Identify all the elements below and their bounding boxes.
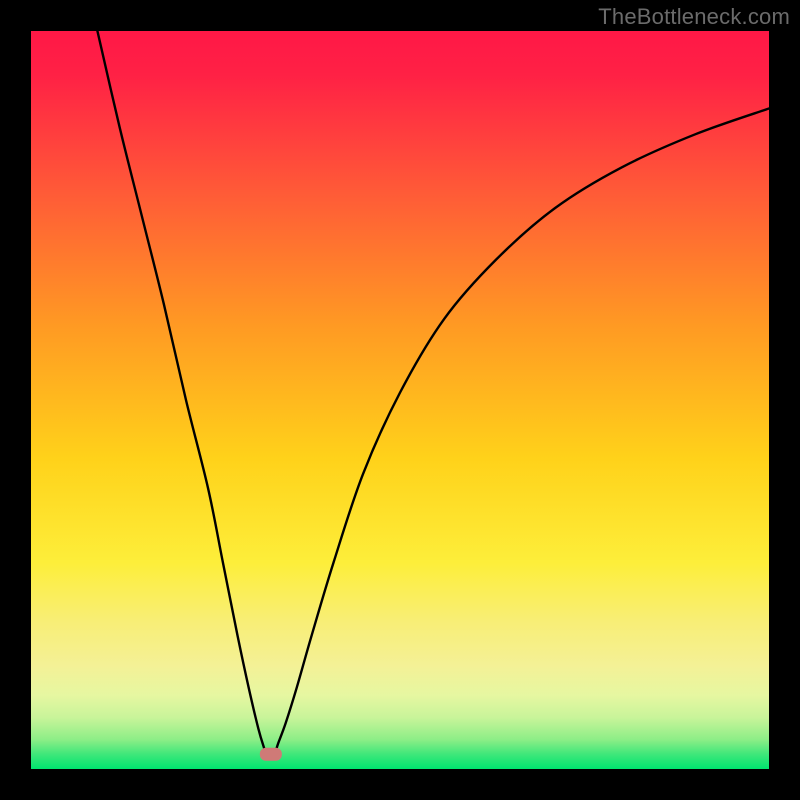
watermark-text: TheBottleneck.com: [598, 4, 790, 30]
chart-svg: [31, 31, 769, 769]
curve-minimum-marker: [260, 748, 282, 761]
chart-background: [31, 31, 769, 769]
chart-stage: TheBottleneck.com: [0, 0, 800, 800]
plot-area: [31, 31, 769, 769]
